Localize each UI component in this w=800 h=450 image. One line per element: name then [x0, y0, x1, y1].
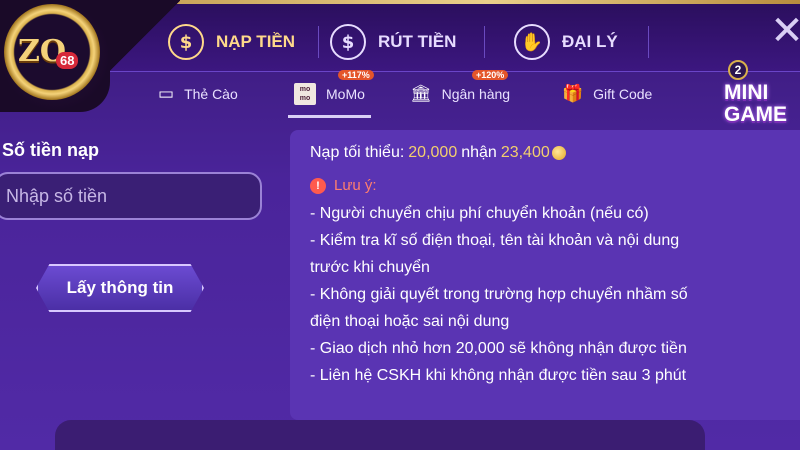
coin-icon — [551, 146, 566, 160]
note-line: - Người chuyển chịu phí chuyển khoản (nế… — [310, 205, 649, 222]
card-icon: ▭ — [158, 84, 175, 104]
bonus-badge: +117% — [338, 70, 374, 80]
subtab-ngan-hang[interactable]: +120% 🏛 Ngân hàng — [410, 70, 511, 110]
receive-amount: 23,400 — [500, 144, 550, 161]
handshake-icon: ✋ — [514, 24, 550, 60]
tab-dai-ly[interactable]: ✋ ĐẠI LÝ — [514, 20, 618, 64]
bank-icon: 🏛 — [410, 84, 432, 104]
tab-label: RÚT TIỀN — [378, 32, 457, 51]
mini-game-label: MINI GAME — [724, 81, 787, 126]
subtab-momo[interactable]: +117% mo mo MoMo — [288, 70, 374, 118]
close-button[interactable]: ✕ — [770, 11, 800, 51]
gift-icon: 🎁 — [562, 84, 584, 104]
subtab-label: Ngân hàng — [441, 86, 511, 102]
subtab-label: MoMo — [326, 86, 365, 102]
logo: ZO 68 — [0, 0, 110, 112]
withdraw-icon: $ — [330, 24, 366, 60]
info-icon: ! — [310, 177, 326, 194]
get-info-button[interactable]: Lấy thông tin — [36, 264, 204, 312]
momo-icon: mo mo — [294, 83, 316, 105]
min-amount: 20,000 — [408, 144, 458, 161]
deposit-info-panel: Nạp tối thiểu: 20,000 nhận 23,400 ! Lưu … — [290, 130, 800, 420]
tab-divider — [318, 26, 319, 58]
tab-label: ĐẠI LÝ — [562, 32, 618, 51]
close-icon: ✕ — [770, 8, 800, 54]
tab-rut-tien[interactable]: $ RÚT TIỀN — [330, 20, 456, 64]
tab-divider — [484, 26, 485, 58]
tab-label: NẠP TIỀN — [216, 32, 296, 51]
note-line: điện thoại hoặc sai nội dung — [310, 313, 510, 330]
min-prefix: Nạp tối thiểu: — [310, 144, 405, 161]
subtab-the-cao[interactable]: ▭ Thẻ Cào — [158, 78, 238, 110]
note-line: - Liên hệ CSKH khi không nhận được tiền … — [310, 367, 687, 384]
payment-method-tabs: ▭ Thẻ Cào +117% mo mo MoMo +120% 🏛 Ngân … — [110, 70, 720, 118]
mini-game-count: 2 — [728, 60, 748, 80]
subtab-gift-code[interactable]: 🎁 Gift Code — [562, 78, 652, 110]
note-title: Lưu ý: — [334, 177, 377, 194]
bottom-dialog-edge — [55, 420, 705, 450]
logo-badge: 68 — [56, 52, 79, 69]
tab-divider — [648, 26, 649, 58]
note-line: - Giao dịch nhỏ hơn 20,000 sẽ không nhận… — [310, 340, 687, 357]
amount-input[interactable] — [0, 172, 262, 220]
subtab-label: Thẻ Cào — [184, 86, 238, 102]
note-line: - Không giải quyết trong trường hợp chuy… — [310, 286, 688, 303]
header-border — [175, 0, 800, 4]
tab-nap-tien[interactable]: $ NẠP TIỀN — [168, 20, 295, 64]
mini-game-button[interactable]: 2 MINI GAME — [722, 60, 800, 130]
notes-list: - Người chuyển chịu phí chuyển khoản (nế… — [310, 200, 780, 389]
note-title-row: ! Lưu ý: — [310, 177, 377, 194]
receive-label: nhận — [461, 144, 497, 161]
note-line: trước khi chuyển — [310, 259, 430, 276]
amount-label: Số tiền nạp — [2, 140, 100, 160]
note-line: - Kiểm tra kĩ số điện thoại, tên tài kho… — [310, 232, 680, 249]
bonus-badge: +120% — [472, 70, 509, 80]
subtab-label: Gift Code — [593, 86, 653, 102]
minimum-deposit-line: Nạp tối thiểu: 20,000 nhận 23,400 — [310, 144, 566, 162]
logo-backdrop — [110, 0, 180, 72]
